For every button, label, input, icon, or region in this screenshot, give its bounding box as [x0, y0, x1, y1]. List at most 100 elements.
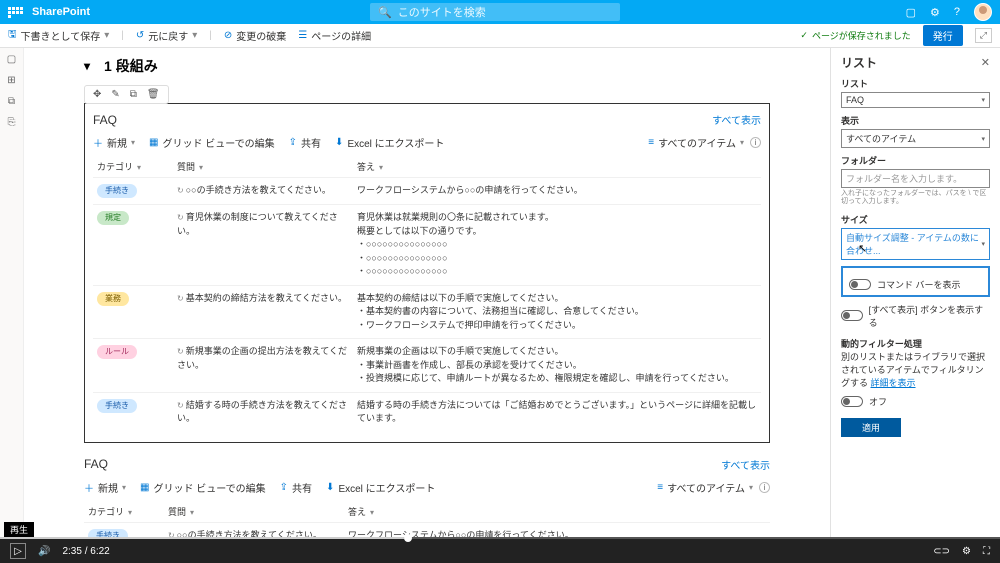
video-controls: ▷ 🔊 2:35 / 6:22 ⊂⊃ ⚙ ⛶	[0, 539, 1000, 563]
size-select[interactable]: 自動サイズ調整 - アイテムの数に合わせ...▾	[841, 228, 990, 260]
toggle-dynfilter[interactable]	[841, 396, 863, 407]
grid-edit-button[interactable]: ▦グリッド ビューでの編集	[149, 135, 275, 150]
page-command-bar: 🖫下書きとして保存▾ | ↺元に戻す▾ | ⊘変更の破棄 ☰ページの詳細 ✓ペー…	[0, 24, 1000, 48]
section-header[interactable]: ▾ 1 段組み	[84, 56, 770, 76]
search-box[interactable]: 🔍 このサイトを検索	[370, 3, 620, 21]
replay-tag: 再生	[4, 522, 34, 537]
delete-icon[interactable]: 🗑	[147, 89, 160, 100]
view-selector[interactable]: ≡すべてのアイテム▾	[648, 135, 744, 150]
search-placeholder: このサイトを検索	[398, 4, 486, 20]
edit-icon[interactable]: ✎	[111, 89, 119, 100]
info-icon[interactable]: i	[750, 137, 761, 148]
save-draft-button[interactable]: 🖫下書きとして保存▾	[8, 27, 109, 44]
volume-icon[interactable]: 🔊	[38, 546, 50, 557]
grid-edit-button[interactable]: ▦グリッド ビューでの編集	[140, 480, 266, 495]
dynfilter-link[interactable]: 詳細を表示	[871, 378, 916, 388]
chevron-down-icon[interactable]: ▾	[84, 59, 90, 73]
video-time: 2:35 / 6:22	[62, 546, 109, 557]
table-row[interactable]: 規定育児休業の制度について教えてください。育児休業は就業規則の〇条に記載されてい…	[93, 205, 761, 286]
share-button[interactable]: ⇪共有	[289, 135, 321, 150]
webpart-toolbar: ✥ ✎ ⧉ 🗑	[84, 85, 169, 104]
avatar[interactable]	[974, 3, 992, 21]
question-cell: 基本契約の締結方法を教えてください。	[173, 285, 353, 339]
question-cell: ○○の手続き方法を教えてください。	[173, 178, 353, 205]
app-launcher-icon[interactable]	[8, 7, 24, 18]
new-button[interactable]: ＋新規▾	[93, 135, 135, 150]
page-details-button[interactable]: ☰ページの詳細	[298, 28, 371, 43]
list-toolbar: ＋新規▾ ▦グリッド ビューでの編集 ⇪共有 ⬇Excel にエクスポート ≡す…	[84, 478, 770, 501]
duplicate-icon[interactable]: ⧉	[130, 89, 137, 100]
table-row[interactable]: 手続き結婚する時の手続き方法を教えてください。結婚する時の手続き方法については「…	[93, 392, 761, 432]
copy-icon[interactable]: ⧉	[8, 96, 15, 107]
table-row[interactable]: ルール新規事業の企画の提出方法を教えてください。新規事業の企画は以下の手順で実施…	[93, 339, 761, 393]
list-select[interactable]: FAQ▾	[841, 92, 990, 108]
add-icon[interactable]: ▢	[7, 54, 16, 65]
help-icon[interactable]: ?	[954, 6, 960, 18]
table-row[interactable]: 手続き ○○の手続き方法を教えてください。ワークフローシステムから○○の申請を行っ…	[93, 178, 761, 205]
info-icon[interactable]: i	[759, 482, 770, 493]
table-row[interactable]: 業務基本契約の締結方法を教えてください。基本契約の締結は以下の手順で実施してくだ…	[93, 285, 761, 339]
fullscreen-icon[interactable]: ⛶	[983, 546, 990, 557]
section-title-text: 1 段組み	[104, 56, 158, 76]
col-answer[interactable]: 答え▾	[353, 156, 761, 178]
new-button[interactable]: ＋新規▾	[84, 480, 126, 495]
megaphone-icon[interactable]: ▢	[906, 6, 916, 19]
share-icon: ⇪	[289, 137, 297, 148]
property-pane: リスト ✕ リスト FAQ▾ 表示 すべてのアイテム▾ フォルダー フォルダー名を…	[830, 48, 1000, 539]
discard-button[interactable]: ⊘変更の破棄	[224, 28, 286, 43]
toggle-commandbar-label: コマンド バーを表示	[877, 278, 961, 291]
share-button[interactable]: ⇪共有	[280, 480, 312, 495]
pane-heading: リスト	[841, 54, 877, 71]
canvas: ▾ 1 段組み ✥ ✎ ⧉ 🗑 FAQ すべて表示 ＋新規▾ ▦グリッド ビュー…	[24, 48, 830, 539]
undo-icon: ↺	[136, 30, 144, 41]
export-button[interactable]: ⬇Excel にエクスポート	[326, 480, 435, 495]
list-webpart-2[interactable]: FAQ すべて表示 ＋新規▾ ▦グリッド ビューでの編集 ⇪共有 ⬇Excel …	[84, 457, 770, 540]
details-icon: ☰	[298, 30, 307, 41]
excel-icon: ⬇	[335, 137, 343, 148]
move-icon[interactable]: ✥	[93, 89, 101, 100]
folder-hint: 入れ子になったフォルダーでは、パスを \ で区切って入力します。	[841, 190, 990, 207]
size-label: サイズ	[841, 213, 990, 226]
question-cell: 結婚する時の手続き方法を教えてください。	[173, 392, 353, 432]
toggle-dynfilter-label: オフ	[869, 395, 887, 408]
close-icon[interactable]: ✕	[981, 56, 990, 69]
view-select[interactable]: すべてのアイテム▾	[841, 129, 990, 148]
view-selector[interactable]: ≡すべてのアイテム▾	[657, 480, 753, 495]
publish-button[interactable]: 発行	[923, 25, 963, 46]
list-webpart-selected[interactable]: FAQ すべて表示 ＋新規▾ ▦グリッド ビューでの編集 ⇪共有 ⬇Excel …	[84, 103, 770, 443]
col-category[interactable]: カテゴリ▾	[93, 156, 173, 178]
save-icon: 🖫	[8, 27, 17, 44]
progress-bar[interactable]	[0, 537, 1000, 539]
toggle-showall[interactable]	[841, 310, 863, 321]
grid-icon: ▦	[149, 137, 158, 148]
export-button[interactable]: ⬇Excel にエクスポート	[335, 135, 444, 150]
expand-icon[interactable]: ⤢	[975, 28, 992, 43]
settings-icon[interactable]: ⚙	[930, 6, 940, 19]
dynfilter-desc: 別のリストまたはライブラリで選択されているアイテムでフィルタリングする 詳細を表…	[841, 350, 990, 389]
apply-button[interactable]: 適用	[841, 418, 901, 437]
view-label: 表示	[841, 114, 990, 127]
plus-icon: ＋	[93, 135, 103, 150]
play-button[interactable]: ▷	[10, 543, 26, 559]
undo-button[interactable]: ↺元に戻す▾	[136, 28, 197, 43]
toggle-commandbar[interactable]	[849, 279, 871, 290]
brand[interactable]: SharePoint	[32, 6, 90, 18]
list-toolbar: ＋新規▾ ▦グリッド ビューでの編集 ⇪共有 ⬇Excel にエクスポート ≡す…	[93, 133, 761, 156]
category-badge: 業務	[97, 292, 129, 306]
settings-icon[interactable]: ⚙	[962, 546, 971, 557]
section-icon[interactable]: ⊞	[7, 75, 15, 86]
answer-cell: ワークフローシステムから○○の申請を行ってください。	[353, 178, 761, 205]
cc-icon[interactable]: ⊂⊃	[933, 546, 950, 557]
category-badge: 手続き	[97, 184, 137, 198]
link-icon[interactable]: ⎘	[8, 117, 16, 128]
folder-input[interactable]: フォルダー名を入力します。	[841, 169, 990, 188]
answer-cell: 結婚する時の手続き方法については「ご結婚おめでとうございます。」というページに詳…	[353, 392, 761, 432]
folder-label: フォルダー	[841, 154, 990, 167]
list-label: リスト	[841, 77, 990, 90]
col-question[interactable]: 質問▾	[173, 156, 353, 178]
suite-header: SharePoint 🔍 このサイトを検索 ▢ ⚙ ?	[0, 0, 1000, 24]
category-badge: 規定	[97, 211, 129, 225]
show-all-link[interactable]: すべて表示	[712, 112, 761, 127]
show-all-link[interactable]: すべて表示	[721, 457, 770, 472]
callout-8: ⑧ コマンド バーを表示	[841, 266, 990, 297]
